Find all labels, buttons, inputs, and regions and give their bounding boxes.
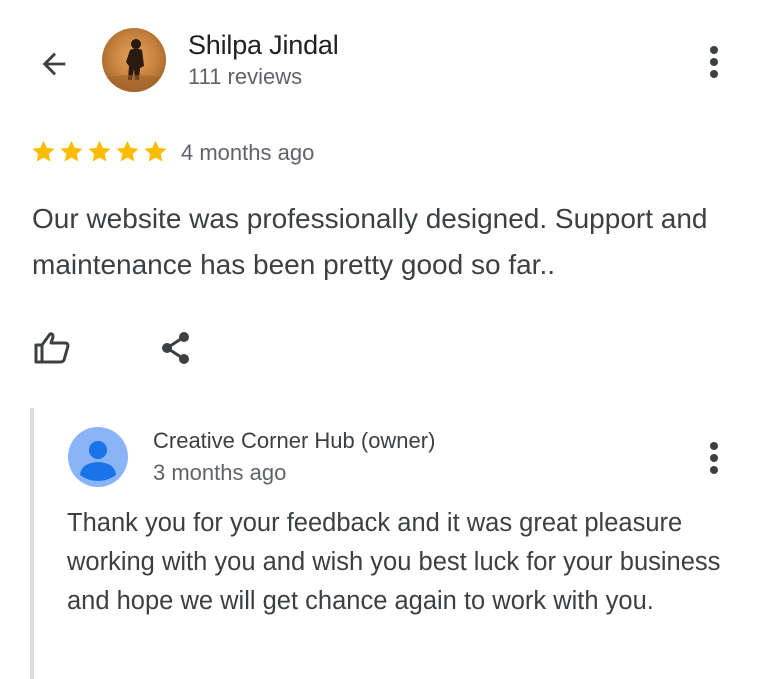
owner-reply-time: 3 months ago: [153, 460, 287, 485]
reply-divider: [30, 408, 34, 679]
back-button[interactable]: [34, 44, 74, 84]
reply-more-options-button[interactable]: [698, 438, 730, 478]
share-button[interactable]: [156, 328, 196, 368]
star-rating: [30, 138, 169, 165]
review-count[interactable]: 111 reviews: [188, 64, 302, 90]
star-icon: [144, 140, 167, 162]
reviewer-avatar[interactable]: [102, 28, 166, 92]
more-vertical-icon: [710, 442, 718, 474]
thumbs-up-icon: [34, 332, 70, 364]
reviewer-name[interactable]: Shilpa Jindal: [188, 30, 339, 61]
default-profile-icon: [68, 427, 128, 487]
owner-avatar: [68, 427, 128, 487]
review-more-options-button[interactable]: [698, 42, 730, 82]
like-button[interactable]: [30, 328, 74, 368]
owner-name: Creative Corner Hub (owner): [153, 428, 436, 453]
star-icon: [88, 140, 111, 162]
review-text: Our website was professionally designed.…: [32, 203, 708, 280]
star-icon: [32, 140, 55, 162]
reviewer-photo: [102, 39, 166, 92]
arrow-left-icon: [42, 52, 66, 76]
star-icon: [116, 140, 139, 162]
owner-reply-text: Thank you for your feedback and it was g…: [67, 509, 721, 615]
more-vertical-icon: [710, 46, 718, 78]
review-time: 4 months ago: [181, 140, 315, 165]
star-icon: [60, 140, 83, 162]
share-icon: [162, 332, 189, 364]
